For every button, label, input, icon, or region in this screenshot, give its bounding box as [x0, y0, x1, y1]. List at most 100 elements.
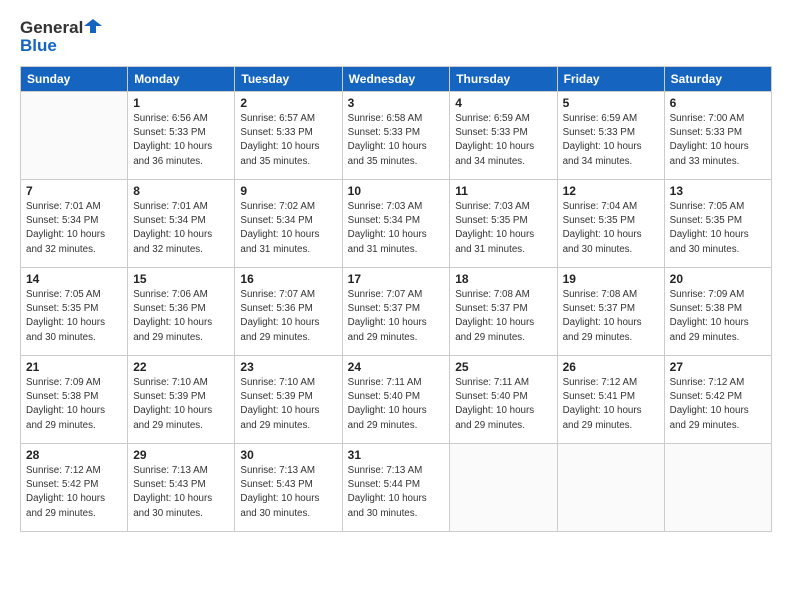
day-number: 3	[348, 96, 445, 110]
calendar-cell: 10Sunrise: 7:03 AM Sunset: 5:34 PM Dayli…	[342, 180, 450, 268]
header: General Blue	[20, 18, 772, 56]
calendar-cell	[557, 444, 664, 532]
calendar-cell: 26Sunrise: 7:12 AM Sunset: 5:41 PM Dayli…	[557, 356, 664, 444]
day-info: Sunrise: 7:08 AM Sunset: 5:37 PM Dayligh…	[563, 288, 659, 345]
day-number: 22	[133, 360, 229, 374]
day-info: Sunrise: 7:09 AM Sunset: 5:38 PM Dayligh…	[26, 376, 122, 433]
day-info: Sunrise: 7:09 AM Sunset: 5:38 PM Dayligh…	[670, 288, 766, 345]
day-info: Sunrise: 7:08 AM Sunset: 5:37 PM Dayligh…	[455, 288, 551, 345]
calendar-cell: 19 Sunrise: 7:08 AM Sunset: 5:37 PM Dayli…	[557, 268, 664, 356]
day-number: 18	[455, 272, 551, 286]
day-number: 17	[348, 272, 445, 286]
logo-bird-icon	[84, 17, 102, 35]
day-info: Sunrise: 6:57 AM Sunset: 5:33 PM Dayligh…	[240, 112, 336, 169]
day-number: 13	[670, 184, 766, 198]
calendar-cell: 17 Sunrise: 7:07 AM Sunset: 5:37 PM Dayli…	[342, 268, 450, 356]
day-info: Sunrise: 7:04 AM Sunset: 5:35 PM Dayligh…	[563, 200, 659, 257]
col-header-friday: Friday	[557, 67, 664, 92]
day-number: 23	[240, 360, 336, 374]
day-number: 27	[670, 360, 766, 374]
col-header-wednesday: Wednesday	[342, 67, 450, 92]
day-info: Sunrise: 7:13 AM Sunset: 5:43 PM Dayligh…	[133, 464, 229, 521]
day-number: 30	[240, 448, 336, 462]
day-info: Sunrise: 7:12 AM Sunset: 5:42 PM Dayligh…	[26, 464, 122, 521]
page: General Blue SundayMondayTuesdayWednesda…	[0, 0, 792, 612]
day-info: Sunrise: 6:59 AM Sunset: 5:33 PM Dayligh…	[455, 112, 551, 169]
day-info: Sunrise: 7:03 AM Sunset: 5:35 PM Dayligh…	[455, 200, 551, 257]
calendar-cell: 1Sunrise: 6:56 AM Sunset: 5:33 PM Daylig…	[128, 92, 235, 180]
calendar-cell	[450, 444, 557, 532]
week-row-2: 7 Sunrise: 7:01 AM Sunset: 5:34 PM Daylig…	[21, 180, 772, 268]
col-header-sunday: Sunday	[21, 67, 128, 92]
day-info: Sunrise: 7:11 AM Sunset: 5:40 PM Dayligh…	[348, 376, 445, 433]
day-number: 28	[26, 448, 122, 462]
day-number: 4	[455, 96, 551, 110]
week-row-3: 14Sunrise: 7:05 AM Sunset: 5:35 PM Dayli…	[21, 268, 772, 356]
calendar-cell: 29 Sunrise: 7:13 AM Sunset: 5:43 PM Dayli…	[128, 444, 235, 532]
day-number: 6	[670, 96, 766, 110]
calendar-cell: 9 Sunrise: 7:02 AM Sunset: 5:34 PM Daylig…	[235, 180, 342, 268]
col-header-tuesday: Tuesday	[235, 67, 342, 92]
day-number: 14	[26, 272, 122, 286]
day-number: 11	[455, 184, 551, 198]
day-info: Sunrise: 7:02 AM Sunset: 5:34 PM Dayligh…	[240, 200, 336, 257]
col-header-monday: Monday	[128, 67, 235, 92]
col-header-saturday: Saturday	[664, 67, 771, 92]
day-number: 15	[133, 272, 229, 286]
calendar-cell: 3 Sunrise: 6:58 AM Sunset: 5:33 PM Daylig…	[342, 92, 450, 180]
calendar-table: SundayMondayTuesdayWednesdayThursdayFrid…	[20, 66, 772, 532]
calendar-cell: 16 Sunrise: 7:07 AM Sunset: 5:36 PM Dayli…	[235, 268, 342, 356]
calendar-cell: 15Sunrise: 7:06 AM Sunset: 5:36 PM Dayli…	[128, 268, 235, 356]
day-info: Sunrise: 7:03 AM Sunset: 5:34 PM Dayligh…	[348, 200, 445, 257]
calendar-cell: 28 Sunrise: 7:12 AM Sunset: 5:42 PM Dayli…	[21, 444, 128, 532]
day-info: Sunrise: 7:12 AM Sunset: 5:42 PM Dayligh…	[670, 376, 766, 433]
day-number: 8	[133, 184, 229, 198]
calendar-cell: 6 Sunrise: 7:00 AM Sunset: 5:33 PM Daylig…	[664, 92, 771, 180]
day-info: Sunrise: 7:12 AM Sunset: 5:41 PM Dayligh…	[563, 376, 659, 433]
logo-blue: Blue	[20, 36, 57, 56]
day-number: 31	[348, 448, 445, 462]
day-info: Sunrise: 7:10 AM Sunset: 5:39 PM Dayligh…	[133, 376, 229, 433]
calendar-cell: 4 Sunrise: 6:59 AM Sunset: 5:33 PM Daylig…	[450, 92, 557, 180]
day-number: 5	[563, 96, 659, 110]
calendar-cell: 21 Sunrise: 7:09 AM Sunset: 5:38 PM Dayli…	[21, 356, 128, 444]
day-info: Sunrise: 6:56 AM Sunset: 5:33 PM Dayligh…	[133, 112, 229, 169]
day-number: 21	[26, 360, 122, 374]
day-number: 12	[563, 184, 659, 198]
day-number: 24	[348, 360, 445, 374]
calendar-cell: 30 Sunrise: 7:13 AM Sunset: 5:43 PM Dayli…	[235, 444, 342, 532]
day-number: 7	[26, 184, 122, 198]
day-number: 20	[670, 272, 766, 286]
calendar-cell: 11 Sunrise: 7:03 AM Sunset: 5:35 PM Dayli…	[450, 180, 557, 268]
logo: General Blue	[20, 18, 102, 56]
col-header-thursday: Thursday	[450, 67, 557, 92]
calendar-cell: 20 Sunrise: 7:09 AM Sunset: 5:38 PM Dayli…	[664, 268, 771, 356]
day-number: 19	[563, 272, 659, 286]
day-info: Sunrise: 7:01 AM Sunset: 5:34 PM Dayligh…	[26, 200, 122, 257]
day-info: Sunrise: 7:01 AM Sunset: 5:34 PM Dayligh…	[133, 200, 229, 257]
calendar-cell: 23Sunrise: 7:10 AM Sunset: 5:39 PM Dayli…	[235, 356, 342, 444]
calendar-cell: 25 Sunrise: 7:11 AM Sunset: 5:40 PM Dayli…	[450, 356, 557, 444]
calendar-cell: 7 Sunrise: 7:01 AM Sunset: 5:34 PM Daylig…	[21, 180, 128, 268]
day-info: Sunrise: 7:00 AM Sunset: 5:33 PM Dayligh…	[670, 112, 766, 169]
day-info: Sunrise: 7:11 AM Sunset: 5:40 PM Dayligh…	[455, 376, 551, 433]
day-number: 9	[240, 184, 336, 198]
calendar-cell: 31 Sunrise: 7:13 AM Sunset: 5:44 PM Dayli…	[342, 444, 450, 532]
calendar-cell: 22 Sunrise: 7:10 AM Sunset: 5:39 PM Dayli…	[128, 356, 235, 444]
day-number: 2	[240, 96, 336, 110]
day-info: Sunrise: 7:07 AM Sunset: 5:36 PM Dayligh…	[240, 288, 336, 345]
day-info: Sunrise: 7:13 AM Sunset: 5:44 PM Dayligh…	[348, 464, 445, 521]
calendar-cell	[21, 92, 128, 180]
day-info: Sunrise: 6:58 AM Sunset: 5:33 PM Dayligh…	[348, 112, 445, 169]
day-info: Sunrise: 7:13 AM Sunset: 5:43 PM Dayligh…	[240, 464, 336, 521]
day-number: 16	[240, 272, 336, 286]
calendar-cell: 27 Sunrise: 7:12 AM Sunset: 5:42 PM Dayli…	[664, 356, 771, 444]
calendar-cell: 13Sunrise: 7:05 AM Sunset: 5:35 PM Dayli…	[664, 180, 771, 268]
week-row-5: 28 Sunrise: 7:12 AM Sunset: 5:42 PM Dayli…	[21, 444, 772, 532]
logo-general: General	[20, 18, 83, 38]
day-info: Sunrise: 7:07 AM Sunset: 5:37 PM Dayligh…	[348, 288, 445, 345]
day-number: 29	[133, 448, 229, 462]
calendar-cell: 18 Sunrise: 7:08 AM Sunset: 5:37 PM Dayli…	[450, 268, 557, 356]
day-number: 25	[455, 360, 551, 374]
week-row-1: 1Sunrise: 6:56 AM Sunset: 5:33 PM Daylig…	[21, 92, 772, 180]
